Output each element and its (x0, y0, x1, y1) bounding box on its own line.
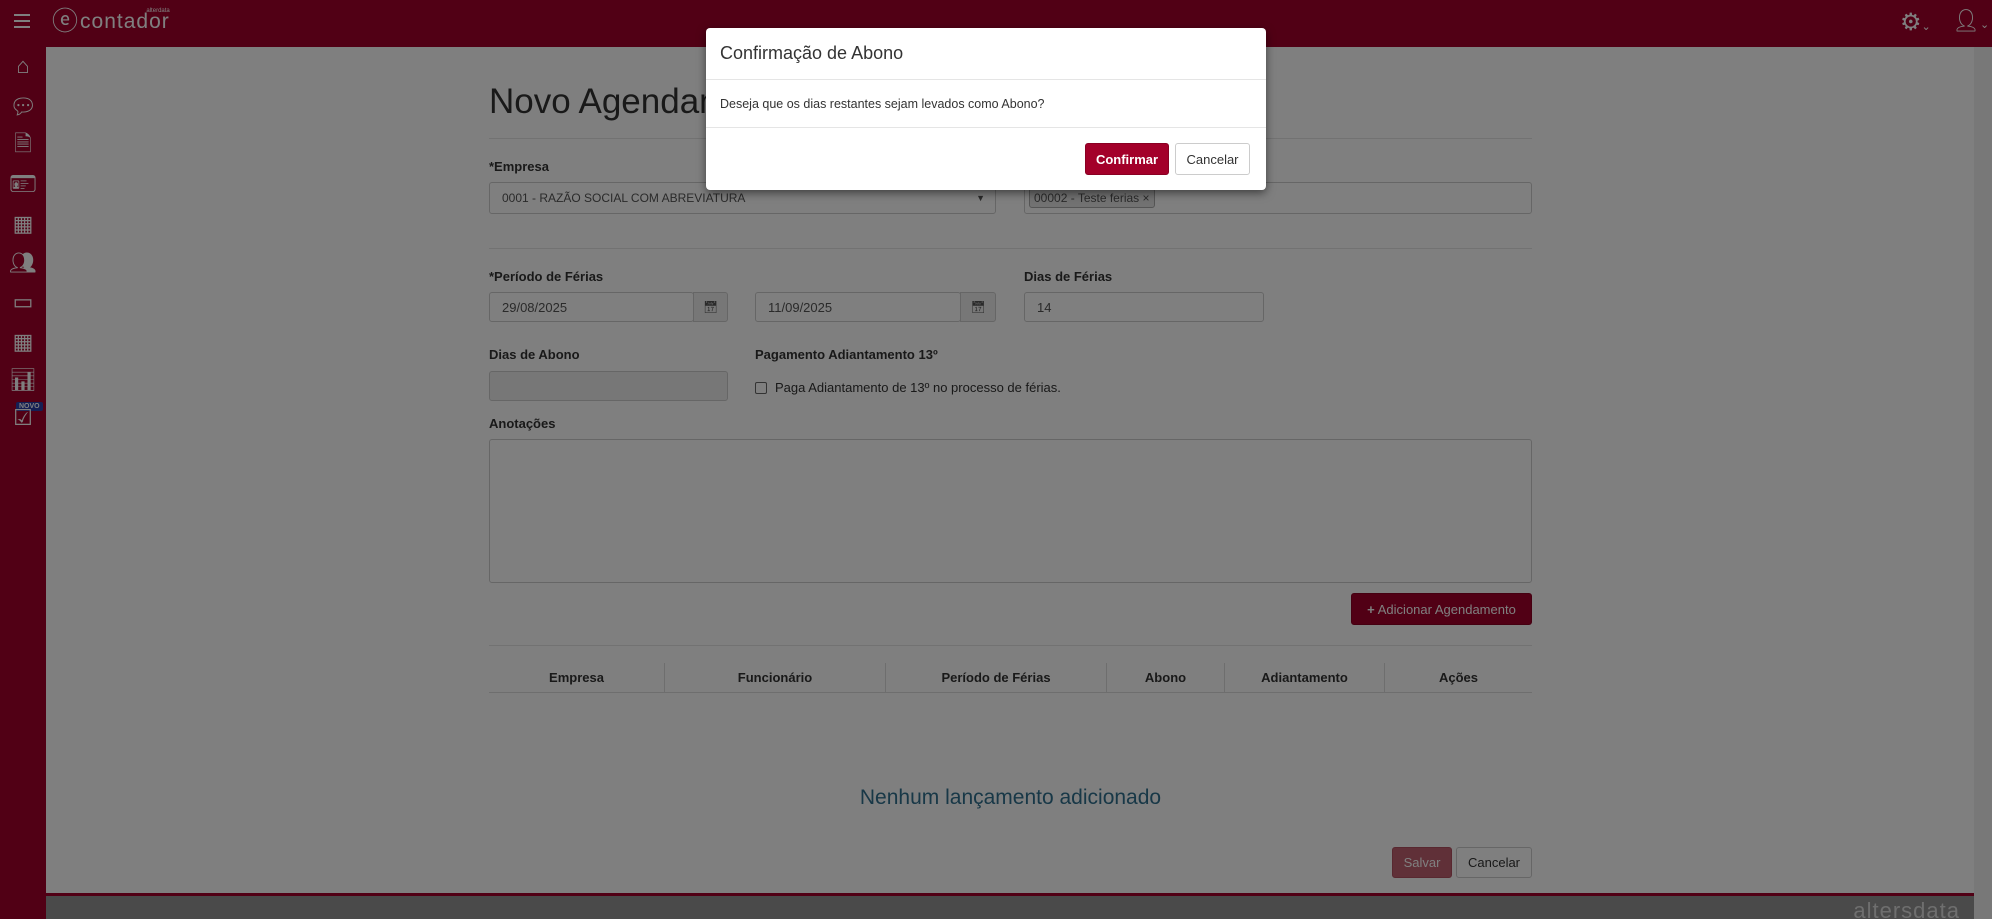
dialog-title: Confirmação de Abono (706, 28, 1266, 80)
dialog-message: Deseja que os dias restantes sejam levad… (706, 80, 1266, 128)
confirm-button[interactable]: Confirmar (1085, 143, 1169, 175)
dialog-cancel-button[interactable]: Cancelar (1175, 143, 1250, 175)
confirm-abono-dialog: Confirmação de Abono Deseja que os dias … (706, 28, 1266, 190)
